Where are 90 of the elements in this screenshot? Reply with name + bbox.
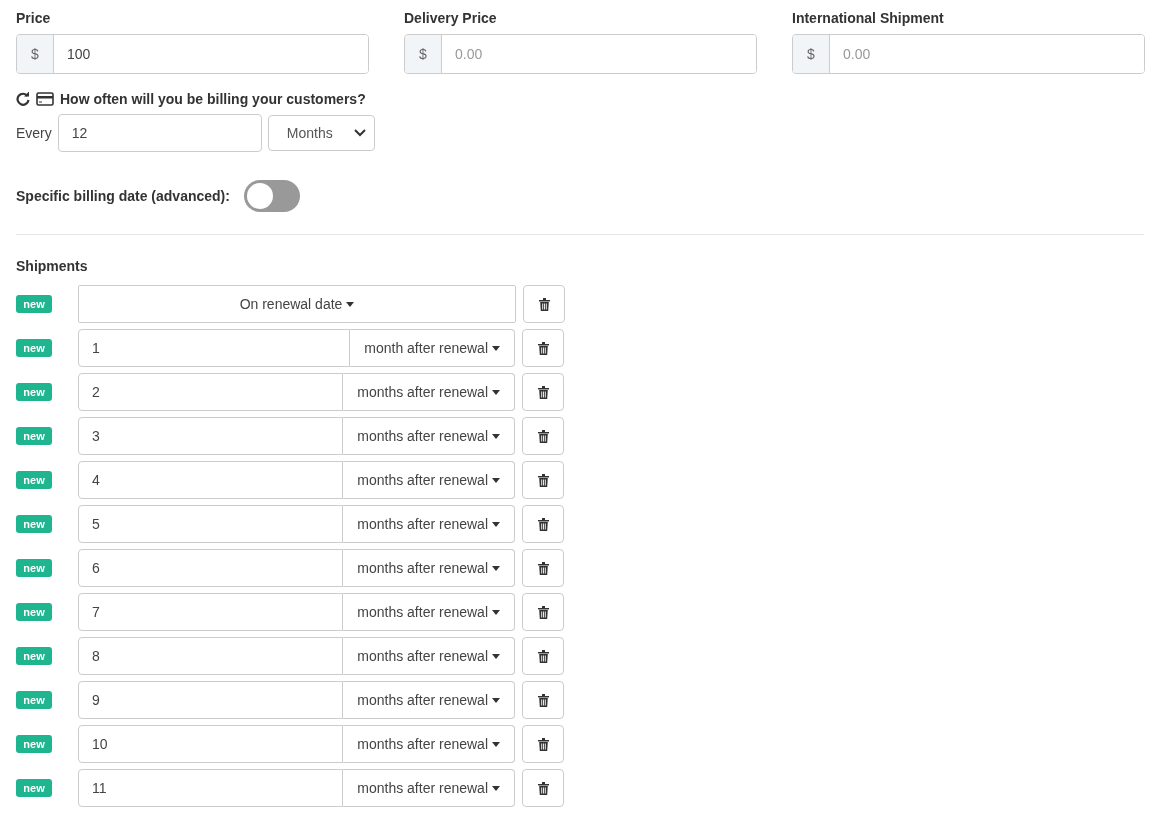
trash-icon xyxy=(537,429,549,443)
shipment-dropdown[interactable]: month after renewal xyxy=(350,329,515,367)
new-badge: new xyxy=(16,691,52,709)
new-badge: new xyxy=(16,559,52,577)
delete-button[interactable] xyxy=(522,637,564,675)
section-title: Shipments xyxy=(16,258,88,274)
caret-icon xyxy=(492,389,500,395)
new-badge: new xyxy=(16,427,52,445)
shipment-dropdown[interactable]: months after renewal xyxy=(343,417,515,455)
trash-icon xyxy=(537,341,549,355)
trash-icon xyxy=(537,605,549,619)
price-input-group[interactable]: $ 100 xyxy=(16,34,369,74)
currency-prefix: $ xyxy=(405,35,442,73)
shipment-offset-input[interactable]: 4 xyxy=(78,461,344,499)
shipment-offset-input[interactable]: 3 xyxy=(78,417,344,455)
delete-button[interactable] xyxy=(522,681,564,719)
shipment-dropdown[interactable]: months after renewal xyxy=(343,769,515,807)
refresh-icon xyxy=(16,92,30,106)
chevron-down-icon xyxy=(353,129,366,137)
caret-icon xyxy=(492,653,500,659)
billing-question: How often will you be billing your customers? xyxy=(60,91,366,107)
new-badge: new xyxy=(16,779,52,797)
shipment-dropdown[interactable]: months after renewal xyxy=(343,637,515,675)
caret-icon xyxy=(346,301,355,307)
field-label: International Shipment xyxy=(792,10,945,26)
delete-button[interactable] xyxy=(522,549,564,587)
currency-prefix: $ xyxy=(793,35,830,73)
price-input-group[interactable]: $ 0.00 xyxy=(404,34,757,74)
credit-card-icon xyxy=(36,92,54,106)
caret-icon xyxy=(492,345,500,351)
unit-select[interactable]: Months xyxy=(267,115,375,151)
delete-button[interactable] xyxy=(522,725,564,763)
shipment-offset-input[interactable]: 1 xyxy=(78,329,351,367)
trash-icon xyxy=(537,693,549,707)
caret-icon xyxy=(492,565,500,571)
caret-icon xyxy=(492,785,500,791)
shipment-dropdown[interactable]: months after renewal xyxy=(343,593,515,631)
new-badge: new xyxy=(16,647,52,665)
shipment-offset-input[interactable]: 11 xyxy=(78,769,344,807)
field-label: Price xyxy=(16,10,52,26)
delete-button[interactable] xyxy=(522,373,564,411)
caret-icon xyxy=(492,697,500,703)
caret-icon xyxy=(492,521,500,527)
trash-icon xyxy=(538,297,550,311)
shipment-dropdown[interactable]: months after renewal xyxy=(343,461,515,499)
trash-icon xyxy=(537,781,549,795)
trash-icon xyxy=(537,737,549,751)
toggle-label: Specific billing date (advanced): xyxy=(16,188,230,204)
shipment-dropdown[interactable]: months after renewal xyxy=(343,725,515,763)
delete-button[interactable] xyxy=(522,593,564,631)
delete-button[interactable] xyxy=(522,461,564,499)
new-badge: new xyxy=(16,603,52,621)
trash-icon xyxy=(537,385,549,399)
delete-button[interactable] xyxy=(522,505,564,543)
new-badge: new xyxy=(16,515,52,533)
shipment-dropdown[interactable]: months after renewal xyxy=(343,373,515,411)
caret-icon xyxy=(492,477,500,483)
shipment-offset-input[interactable]: 8 xyxy=(78,637,344,675)
shipment-offset-input[interactable]: 7 xyxy=(78,593,344,631)
delete-button[interactable] xyxy=(522,769,564,807)
new-badge: new xyxy=(16,471,52,489)
new-badge: new xyxy=(16,339,52,357)
shipment-offset-input[interactable]: 9 xyxy=(78,681,344,719)
currency-prefix: $ xyxy=(17,35,54,73)
shipment-dropdown[interactable]: months after renewal xyxy=(343,505,515,543)
shipment-offset-input[interactable]: 6 xyxy=(78,549,344,587)
interval-input[interactable]: 12 xyxy=(57,114,262,152)
new-badge: new xyxy=(16,295,52,313)
caret-icon xyxy=(492,433,500,439)
delete-button[interactable] xyxy=(522,417,564,455)
shipment-dropdown[interactable]: months after renewal xyxy=(343,681,515,719)
shipment-dropdown[interactable]: months after renewal xyxy=(343,549,515,587)
shipment-offset-input[interactable]: 2 xyxy=(78,373,344,411)
caret-icon xyxy=(492,741,500,747)
field-label: Delivery Price xyxy=(404,10,498,26)
toggle-switch[interactable] xyxy=(243,180,300,212)
trash-icon xyxy=(537,517,549,531)
trash-icon xyxy=(537,649,549,663)
new-badge: new xyxy=(16,383,52,401)
delete-button[interactable] xyxy=(522,329,564,367)
new-badge: new xyxy=(16,735,52,753)
caret-icon xyxy=(492,609,500,615)
shipment-dropdown[interactable]: On renewal date xyxy=(78,285,516,323)
trash-icon xyxy=(537,473,549,487)
shipment-offset-input[interactable]: 10 xyxy=(78,725,344,763)
shipment-offset-input[interactable]: 5 xyxy=(78,505,344,543)
price-input-group[interactable]: $ 0.00 xyxy=(792,34,1145,74)
every-label: Every xyxy=(16,125,52,141)
delete-button[interactable] xyxy=(523,285,565,323)
trash-icon xyxy=(537,561,549,575)
